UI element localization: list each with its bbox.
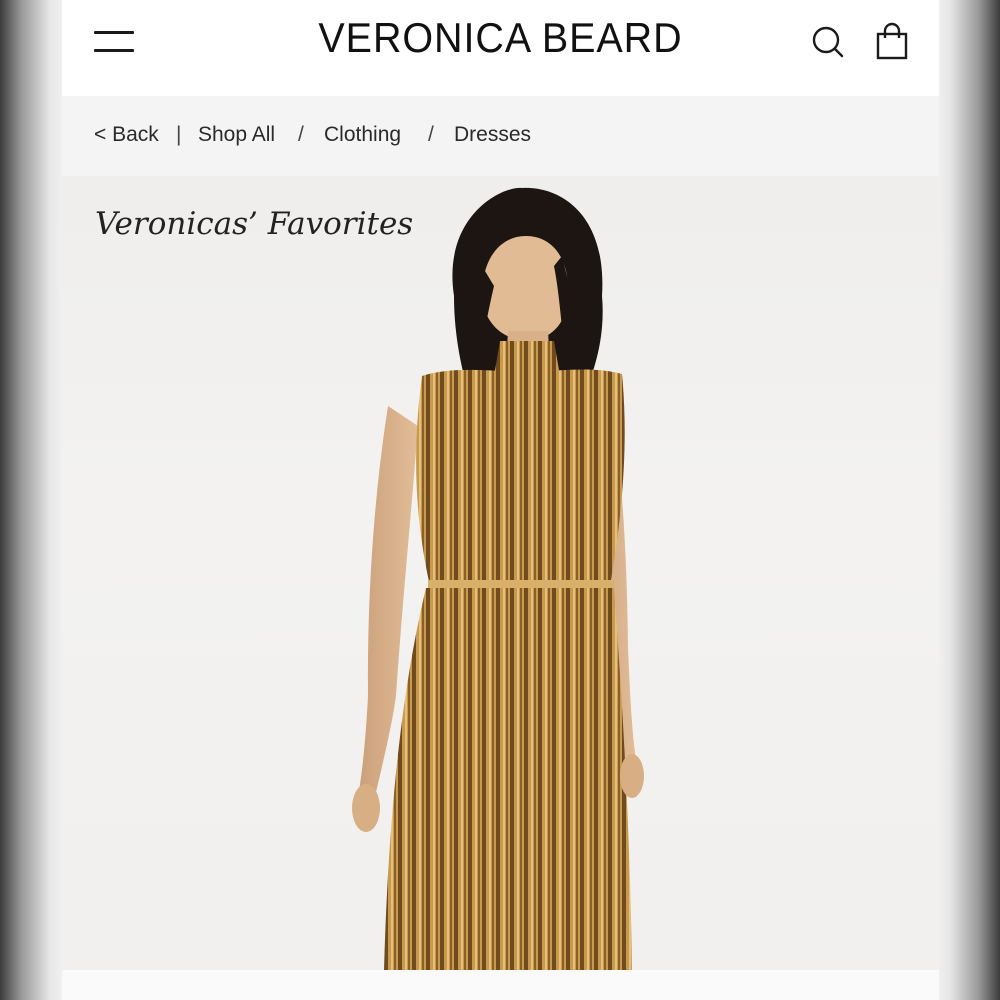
brand-logo[interactable]: VERONICA BEARD [88,14,912,62]
collection-title: Veronicas’ Favorites [95,206,414,242]
breadcrumb-dresses[interactable]: Dresses [454,123,531,147]
product-image[interactable] [62,176,939,970]
search-icon[interactable] [810,24,846,60]
breadcrumb-separator: / [428,123,434,146]
bottom-strip [62,970,939,1000]
breadcrumb-shop-all[interactable]: Shop All [198,123,275,147]
breadcrumb-clothing[interactable]: Clothing [324,123,401,147]
mobile-page: VERONICA BEARD < Back | Shop All / Cloth… [62,0,939,1000]
product-hero: Veronicas’ Favorites [62,176,939,970]
site-header: VERONICA BEARD [62,0,939,96]
right-frame-shadow [938,0,1000,1000]
back-link[interactable]: < Back [94,123,159,147]
shopping-bag-icon[interactable] [874,22,910,62]
breadcrumb-separator: / [298,123,304,146]
left-frame-shadow [0,0,62,1000]
breadcrumb: < Back | Shop All / Clothing / Dresses [62,96,939,176]
breadcrumb-divider: | [176,123,182,146]
